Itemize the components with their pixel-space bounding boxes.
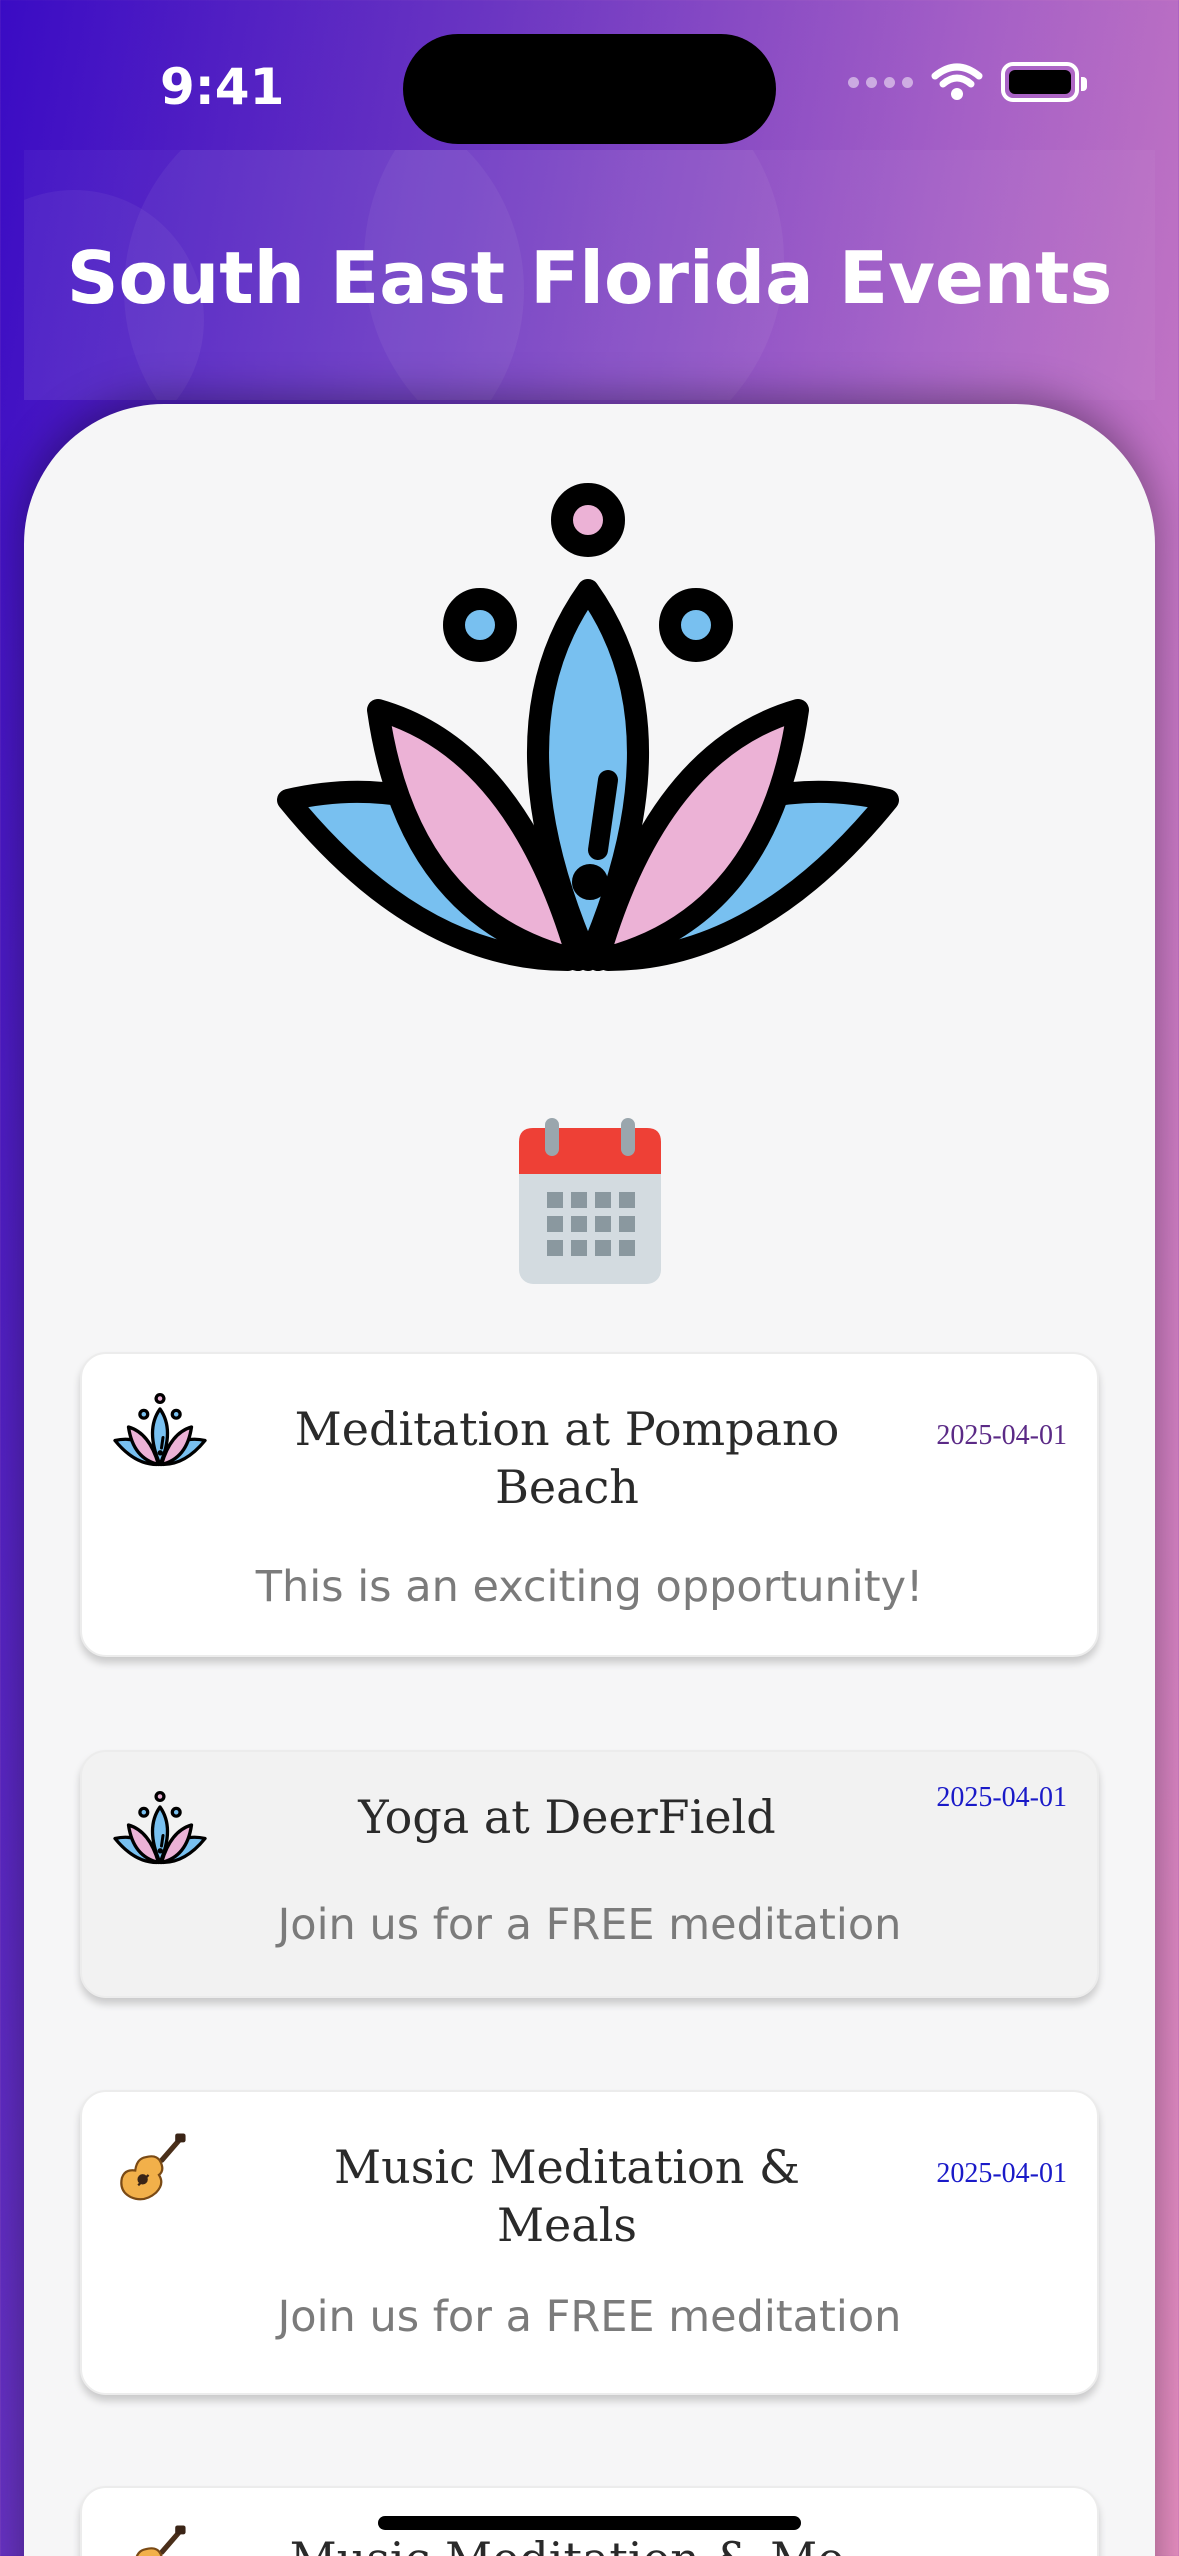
- lotus-icon: [112, 1390, 208, 1470]
- status-time: 9:41: [160, 58, 285, 116]
- guitar-icon: [116, 2516, 190, 2556]
- event-date: 2025-04-01: [936, 1420, 1067, 1451]
- battery-icon: [1001, 62, 1087, 102]
- header: South East Florida Events: [24, 150, 1155, 400]
- status-icons: [848, 62, 1087, 102]
- event-description: Join us for a FREE meditation: [277, 2292, 902, 2342]
- event-title: Music Meditation & Me: [282, 2530, 852, 2556]
- wifi-icon: [931, 63, 983, 100]
- event-title: Meditation at Pompano Beach: [294, 1402, 840, 1514]
- page-title: South East Florida Events: [66, 236, 1113, 320]
- status-bar: 9:41: [0, 0, 1179, 150]
- event-date: 2025-04-01: [936, 2158, 1067, 2189]
- signal-icon: [848, 76, 913, 88]
- event-description: This is an exciting opportunity!: [255, 1562, 924, 1612]
- event-title: Yoga at DeerField: [358, 1790, 776, 1844]
- calendar-icon[interactable]: [517, 1118, 663, 1286]
- event-date: 2025-04-01: [936, 1782, 1067, 1813]
- lotus-icon: [112, 1788, 208, 1868]
- lotus-icon: [268, 470, 908, 990]
- event-card[interactable]: Music Meditation & Meals 2025-04-01 Join…: [80, 2090, 1099, 2395]
- event-card[interactable]: Yoga at DeerField 2025-04-01 Join us for…: [80, 1750, 1099, 1998]
- event-title: Music Meditation & Meals: [334, 2140, 800, 2252]
- event-description: Join us for a FREE meditation: [277, 1900, 902, 1950]
- home-indicator[interactable]: [378, 2516, 801, 2530]
- dynamic-island: [403, 34, 776, 144]
- guitar-icon: [116, 2124, 190, 2214]
- event-card[interactable]: Meditation at Pompano Beach 2025-04-01 T…: [80, 1352, 1099, 1657]
